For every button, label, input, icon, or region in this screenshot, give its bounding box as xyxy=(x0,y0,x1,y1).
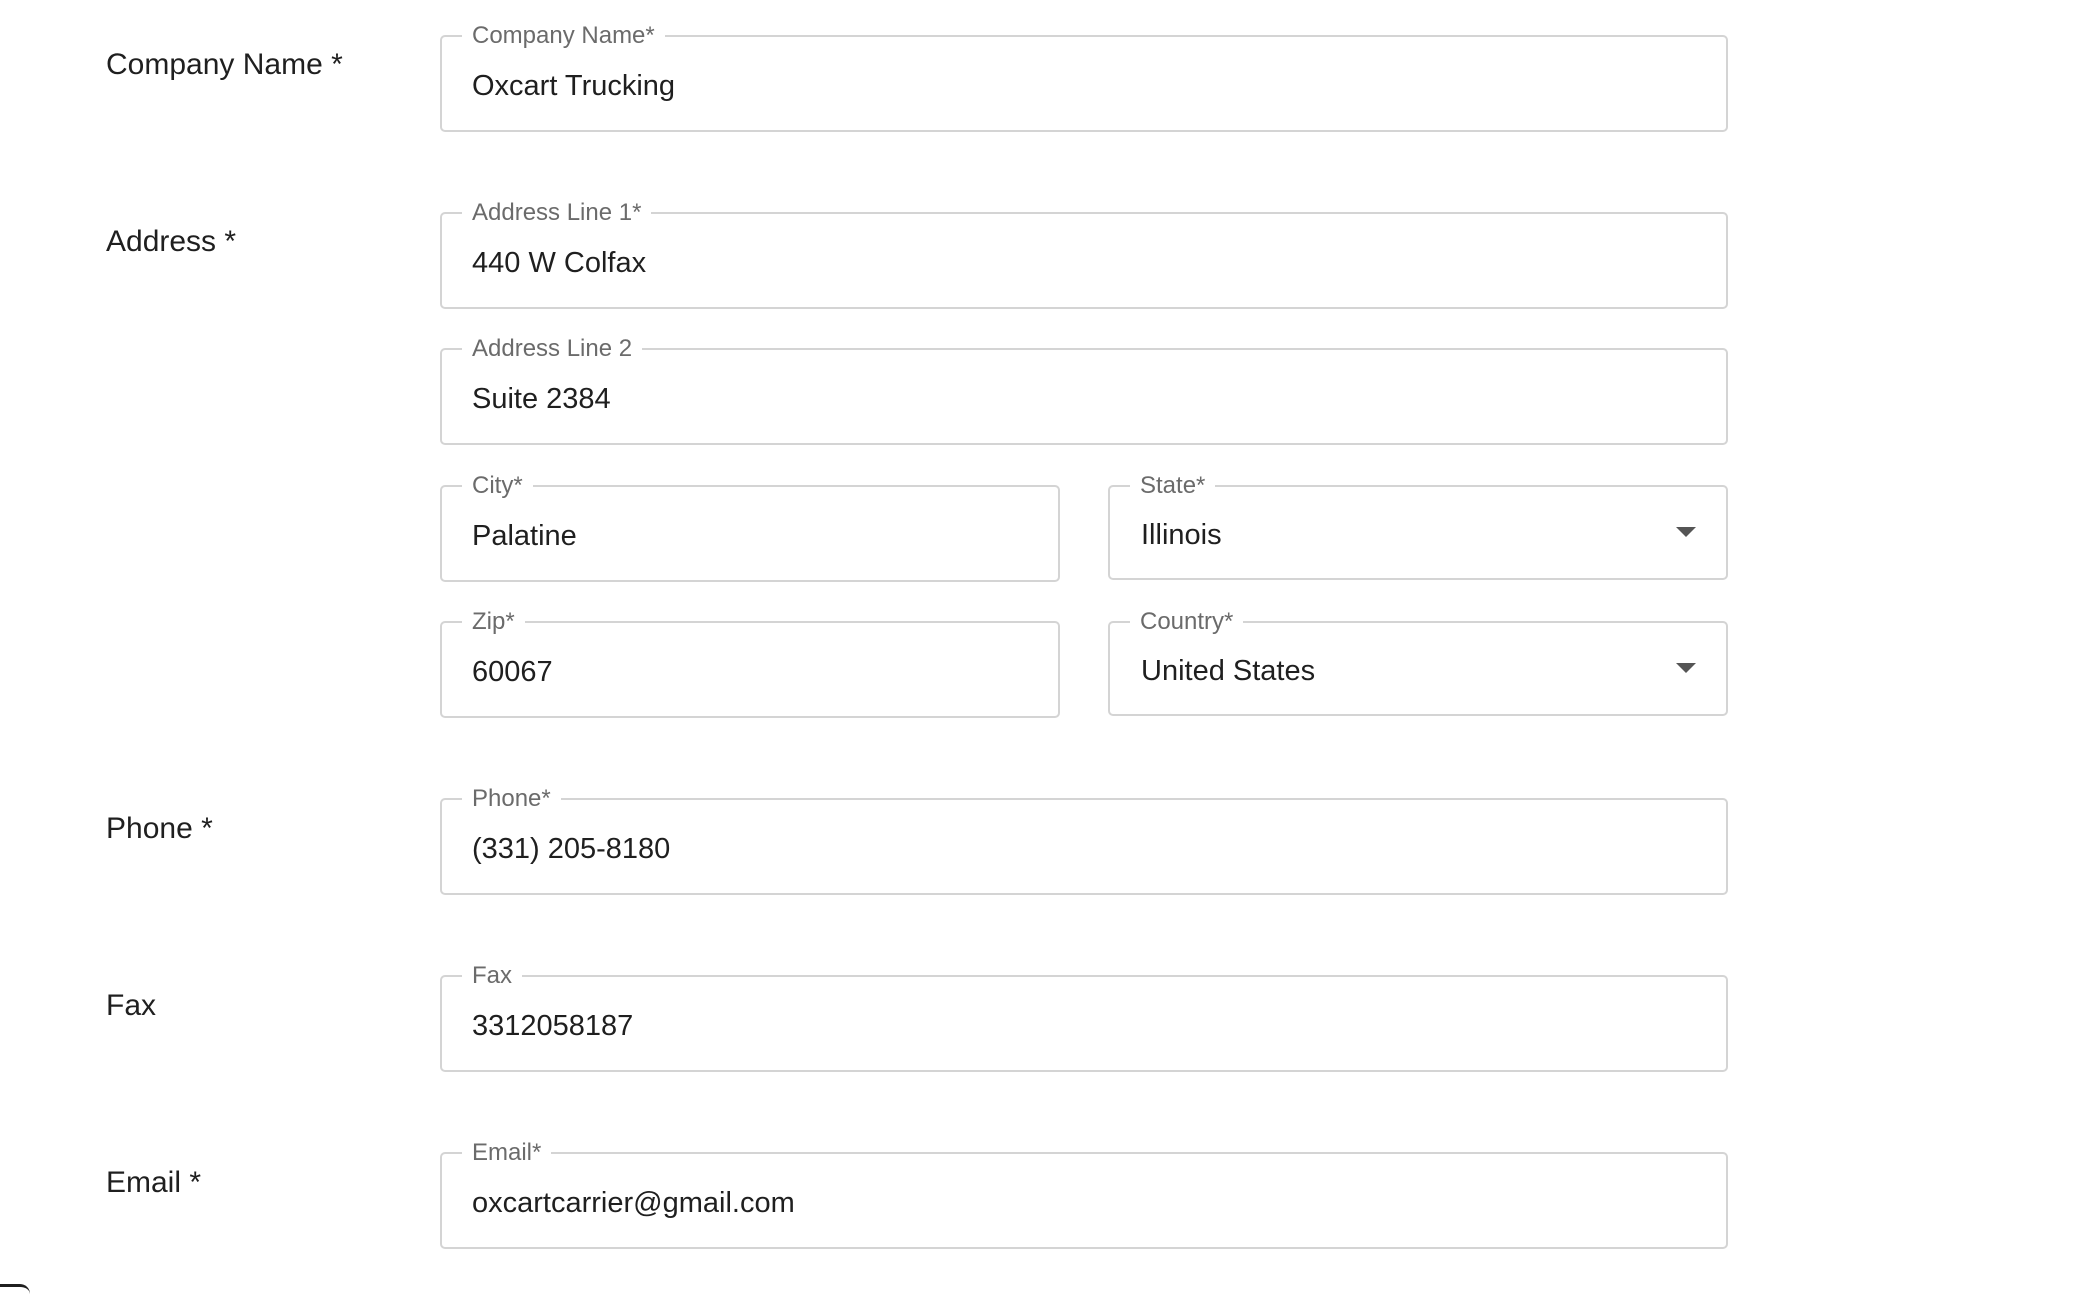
address-line2-field[interactable]: Address Line 2 xyxy=(440,335,1728,445)
zip-input[interactable] xyxy=(472,623,1028,716)
country-select[interactable]: Country* United States xyxy=(1108,608,1728,716)
company-name-row-label: Company Name * xyxy=(106,48,343,81)
city-input[interactable] xyxy=(472,487,1028,580)
country-selected-value: United States xyxy=(1141,655,1316,687)
email-field[interactable]: Email* xyxy=(440,1139,1728,1249)
address-line1-input[interactable] xyxy=(472,214,1696,307)
city-field[interactable]: City* xyxy=(440,472,1060,582)
email-row-label: Email * xyxy=(106,1166,202,1199)
address-row-label: Address * xyxy=(106,225,237,258)
chevron-down-icon[interactable] xyxy=(1676,662,1696,673)
state-selected-value: Illinois xyxy=(1141,519,1222,551)
phone-input[interactable] xyxy=(472,800,1696,893)
email-input[interactable] xyxy=(472,1154,1696,1247)
fax-row-label: Fax xyxy=(106,989,157,1022)
address-line2-input[interactable] xyxy=(472,350,1696,443)
state-select[interactable]: State* Illinois xyxy=(1108,472,1728,580)
phone-field[interactable]: Phone* xyxy=(440,785,1728,895)
partial-element-edge xyxy=(0,1284,30,1294)
chevron-down-icon[interactable] xyxy=(1676,526,1696,537)
company-name-input[interactable] xyxy=(472,37,1696,130)
fax-field[interactable]: Fax xyxy=(440,962,1728,1072)
fax-input[interactable] xyxy=(472,977,1696,1070)
company-name-field[interactable]: Company Name* xyxy=(440,22,1728,132)
address-line1-field[interactable]: Address Line 1* xyxy=(440,199,1728,309)
phone-row-label: Phone * xyxy=(106,812,213,845)
zip-field[interactable]: Zip* xyxy=(440,608,1060,718)
